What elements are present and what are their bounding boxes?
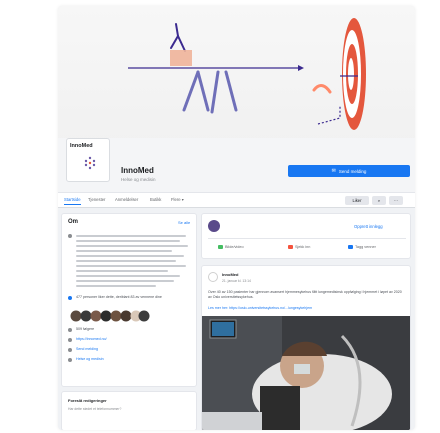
post-date[interactable]: 21. januar kl. 13:14 (222, 279, 251, 283)
post-photo[interactable] (202, 316, 410, 430)
description-line (76, 285, 156, 287)
post-photo-image (202, 316, 410, 430)
tag-icon (348, 245, 353, 249)
like-button[interactable]: Liker (345, 196, 369, 205)
avatar-brand-text: InnoMed (70, 143, 93, 149)
tag-friends-button[interactable]: Tagg venner (348, 245, 376, 249)
like-icon (68, 296, 72, 300)
create-post-button[interactable]: Opprett innlegg (354, 224, 383, 229)
check-in-label: Sjekk inn (295, 245, 311, 249)
friends-avatars (70, 310, 150, 322)
logo-dots-icon (84, 156, 96, 170)
page-category: Helse og medisin (121, 177, 156, 182)
description-line (76, 275, 180, 277)
photo-video-label: Bilde/video (225, 245, 244, 249)
right-column: Opprett innlegg Bilde/video Sjekk inn Ta… (201, 213, 411, 430)
search-button[interactable]: ⌕ (372, 196, 386, 205)
suggest-edits-title: Foreslå redigeringer (68, 398, 107, 403)
page-title: InnoMed (121, 166, 154, 175)
left-column: Om Se alle 477 personer liker dette, der… (61, 213, 197, 430)
likes-stat: 477 personer liker dette, deriblant 83 a… (76, 295, 162, 299)
more-button[interactable]: ··· (389, 196, 403, 205)
description-line (76, 270, 168, 272)
avatar (208, 220, 220, 232)
description-line (76, 245, 188, 247)
post-author[interactable]: InnoMed (222, 272, 238, 277)
tab-anmeldelser[interactable]: Anmeldelser (115, 197, 138, 202)
stage: InnoMed InnoMed Helse og medisin ✉ Send … (0, 0, 440, 433)
messenger-icon: ✉ (331, 168, 336, 174)
info-icon (68, 234, 72, 238)
category-icon (68, 358, 72, 362)
tag-friends-label: Tagg venner (355, 245, 376, 249)
search-icon: ⌕ (377, 198, 381, 203)
tab-butikk[interactable]: Butikk (150, 197, 161, 202)
photo-icon (218, 245, 223, 249)
post-link[interactable]: Les mer her: https://oslo-universitetssy… (208, 306, 406, 310)
location-icon (288, 245, 293, 249)
post-body: Over 40 av 150 pasienter har gjennom ava… (208, 290, 402, 299)
about-card: Om Se alle 477 personer liker dette, der… (61, 213, 197, 387)
about-title: Om (68, 219, 79, 225)
tab-startside[interactable]: Startside (64, 197, 81, 205)
send-message-button[interactable]: ✉ Send melding (288, 165, 410, 177)
check-in-button[interactable]: Sjekk inn (288, 245, 310, 249)
photo-video-button[interactable]: Bilde/video (218, 245, 244, 249)
post-author-avatar (208, 272, 218, 282)
followers-stat: 509 følgere (76, 327, 95, 331)
more-icon: ··· (393, 198, 399, 203)
suggest-edits-card: Foreslå redigeringer Har dette stedet et… (61, 391, 197, 430)
description-line (76, 260, 176, 262)
followers-icon (68, 328, 72, 332)
description-line (76, 235, 186, 237)
tab-flere[interactable]: Flere ▾ (171, 197, 184, 202)
send-message-label: Send melding (338, 168, 367, 174)
suggest-edits-question: Har dette stedet et telefonnummer? (68, 407, 122, 411)
facebook-page-screenshot: InnoMed InnoMed Helse og medisin ✉ Send … (58, 6, 415, 430)
see-all-link[interactable]: Se alle (178, 220, 190, 225)
description-line (76, 240, 180, 242)
post-card: InnoMed 21. januar kl. 13:14 Over 40 av … (201, 265, 411, 430)
messenger-icon (68, 348, 72, 352)
description-line (76, 280, 174, 282)
description-line (76, 265, 186, 267)
category-link[interactable]: Helse og medisin (76, 357, 104, 361)
description-line (76, 255, 184, 257)
cover-photo (58, 6, 415, 146)
description-line (76, 250, 172, 252)
send-message-link[interactable]: Send melding (76, 347, 98, 351)
page-tabs: Startside Tjenester Anmeldelser Butikk F… (58, 192, 415, 208)
like-label: Liker (352, 198, 362, 203)
cover-illustration (128, 18, 366, 130)
link-icon (68, 338, 72, 342)
tab-tjenester[interactable]: Tjenester (88, 197, 105, 202)
divider (208, 238, 406, 239)
create-post-card: Opprett innlegg Bilde/video Sjekk inn Ta… (201, 213, 411, 259)
website-link[interactable]: https://innomed.no/ (76, 337, 107, 341)
page-avatar[interactable]: InnoMed (66, 138, 110, 182)
